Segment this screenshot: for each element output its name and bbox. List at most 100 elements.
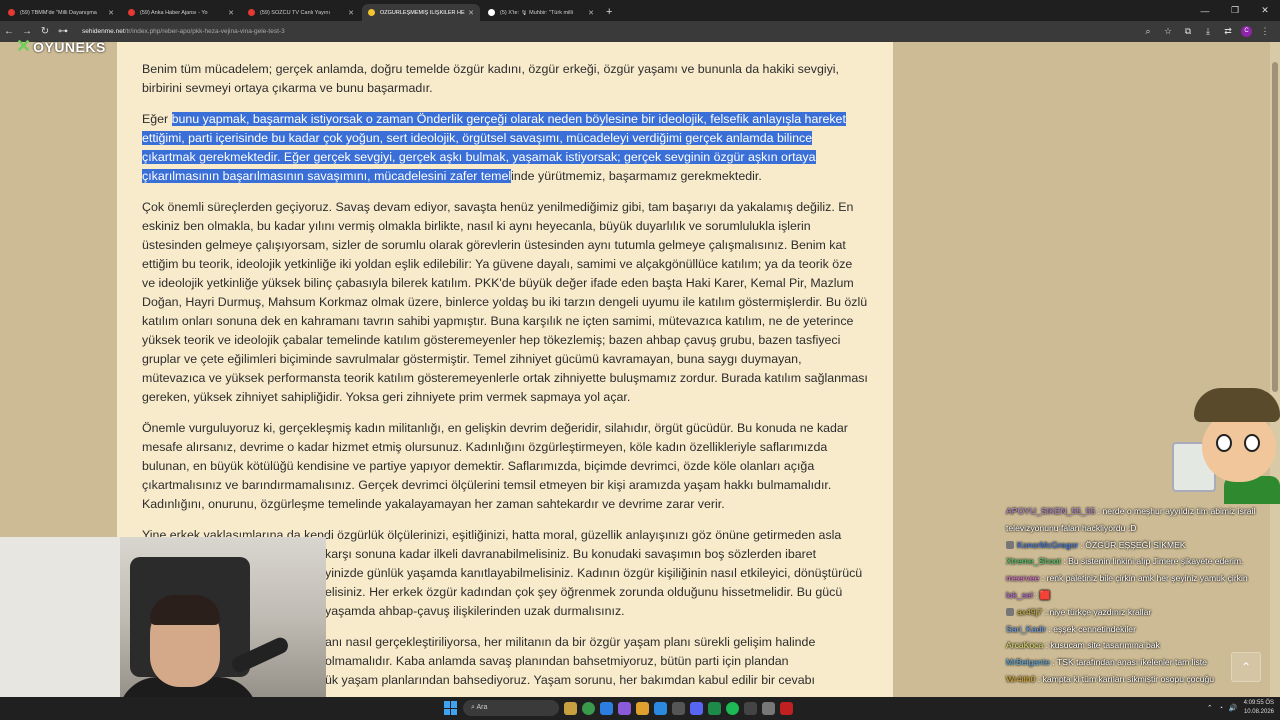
app-icon[interactable] xyxy=(780,701,793,715)
text: Eğer xyxy=(142,112,172,126)
close-icon[interactable]: ✕ xyxy=(228,9,234,17)
chrome-icon[interactable] xyxy=(582,701,595,715)
tab-label: (59) SÖZCÜ TV Canlı Yayını xyxy=(260,9,330,16)
chat-username: MrBelgante xyxy=(1006,657,1050,668)
tab-label: ÖZGÜRLEŞMEMİŞ İLİŞKİLER HE xyxy=(380,9,465,16)
chat-text: : Bu sistenin linkini alıp Jimere şikaye… xyxy=(1063,556,1244,567)
url-host: sehidenme.net xyxy=(82,28,125,35)
tab-label: (59) Anka Haber Ajansı - Yo xyxy=(140,9,208,16)
scroll-to-top-button[interactable]: ⌃ xyxy=(1231,652,1261,682)
file-explorer-icon[interactable] xyxy=(564,701,577,715)
close-icon[interactable]: ✕ xyxy=(108,9,114,17)
close-icon[interactable]: ✕ xyxy=(588,9,594,17)
spotify-icon[interactable] xyxy=(726,701,739,715)
mascot-graphic xyxy=(1172,388,1280,504)
paragraph: Çok önemli süreçlerden geçiyoruz. Savaş … xyxy=(142,200,868,404)
chat-message: lok_sel : 🟥 xyxy=(1006,587,1276,604)
mascot-eye xyxy=(1216,434,1232,452)
chevron-up-icon[interactable]: ⌃ xyxy=(1207,704,1213,712)
bookmark-star-icon[interactable]: ☆ xyxy=(1161,26,1175,37)
chat-username: lok_sel xyxy=(1006,589,1033,600)
webcam-wall xyxy=(0,537,120,720)
youtube-icon xyxy=(8,9,15,16)
chat-text: : TSK tarafından anası ikelenler tam lis… xyxy=(1052,657,1207,668)
chat-message: Sari_Kadir : eşşek cennetindekiler xyxy=(1006,621,1276,638)
taskbar-search-label: Ara xyxy=(476,704,488,711)
chat-text: : ÖZGÜR EŞŞEĞİ SİKMEK xyxy=(1080,539,1186,550)
tab-active-article[interactable]: ÖZGÜRLEŞMEMİŞ İLİŞKİLER HE ✕ xyxy=(362,4,480,21)
tab-label: (5) X'te: 🎙 Muhbir: "Türk milli xyxy=(500,9,573,16)
volume-icon[interactable]: 🔊 xyxy=(1229,704,1238,712)
app-icon[interactable] xyxy=(762,701,775,715)
chat-message: KonorMcGregor : ÖZGÜR EŞŞEĞİ SİKMEK xyxy=(1006,537,1276,554)
maximize-icon[interactable]: ❐ xyxy=(1220,5,1250,16)
mascot-eye xyxy=(1244,434,1260,452)
windows-start-icon[interactable] xyxy=(444,701,458,715)
site-icon xyxy=(368,9,375,16)
chat-username: Xtreme_Shoot xyxy=(1006,556,1061,567)
folder-icon[interactable] xyxy=(636,701,649,715)
paragraph: Benim tüm mücadelem; gerçek anlamda, doğ… xyxy=(142,62,839,95)
chat-text: : kusucam site tasarımına bak xyxy=(1045,640,1160,651)
webcam-person-hair xyxy=(150,595,220,625)
url-path: /tr/index.php/reber-apo/pkk-heza-vejina-… xyxy=(124,28,285,35)
webcam-overlay xyxy=(0,537,326,720)
chat-message: Xtreme_Shoot : Bu sistenin linkini alıp … xyxy=(1006,553,1276,570)
minimize-icon[interactable]: — xyxy=(1190,6,1220,16)
url-field[interactable]: sehidenme.net/tr/index.php/reber-apo/pkk… xyxy=(82,28,1141,35)
obs-icon[interactable] xyxy=(744,701,757,715)
window-controls: — ❐ ✕ xyxy=(1190,0,1280,21)
new-tab-button[interactable]: + xyxy=(606,4,612,21)
chat-username: APOYU_SIKEN_55_55 xyxy=(1006,506,1096,516)
stream-logo: ✕ OYUNEKS xyxy=(16,36,106,57)
menu-icon[interactable]: ⋮ xyxy=(1258,26,1272,37)
chat-text: : eşşek cennetindekiler xyxy=(1048,623,1136,634)
translate-icon[interactable]: ⇄ xyxy=(1221,26,1235,37)
chat-message: meervee : renk paletiniz bile çirkin amk… xyxy=(1006,570,1276,587)
extensions-icon[interactable]: ⧉ xyxy=(1181,26,1195,37)
tab-tbmm[interactable]: (59) TBMM'de "Milli Dayanışma ✕ xyxy=(2,4,120,21)
close-icon[interactable]: ✕ xyxy=(348,9,354,17)
chat-message: APOYU_SIKEN_55_55 : nerde o meşhur ayyıl… xyxy=(1006,503,1276,537)
tab-bar: (59) TBMM'de "Milli Dayanışma ✕ (59) Ank… xyxy=(0,0,1280,21)
taskbar-search[interactable]: ⌕ Ara xyxy=(463,700,559,716)
chat-username: Wr4ith0 xyxy=(1006,673,1036,684)
date: 10.08.2026 xyxy=(1243,709,1274,715)
zoom-icon[interactable]: ⌕ xyxy=(1141,26,1155,37)
close-icon[interactable]: ✕ xyxy=(468,9,474,17)
chat-username: ArcaKoca xyxy=(1006,640,1044,651)
scrollbar-thumb[interactable] xyxy=(1272,62,1278,392)
chat-username: ax49j7 xyxy=(1017,606,1043,617)
tab-x[interactable]: (5) X'te: 🎙 Muhbir: "Türk milli ✕ xyxy=(482,4,600,21)
app-icon[interactable] xyxy=(618,701,631,715)
profile-avatar-icon[interactable]: C xyxy=(1241,26,1252,37)
youtube-icon xyxy=(248,9,255,16)
x-icon xyxy=(488,9,495,16)
edge-icon[interactable] xyxy=(654,701,667,715)
badge-icon xyxy=(1006,540,1014,549)
close-window-icon[interactable]: ✕ xyxy=(1250,5,1280,16)
chat-text: : renk paletiniz bile çirkin amk her şey… xyxy=(1041,573,1248,584)
chat-message: ax49j7 : niye türkçe yazdınız krallar xyxy=(1006,604,1276,621)
clock[interactable]: 4:09:55 ÖS 10.08.2026 xyxy=(1244,699,1274,717)
logo-x-icon: ✕ xyxy=(16,36,32,56)
app-icon[interactable] xyxy=(672,701,685,715)
taskbar-apps: ⌕ Ara xyxy=(444,700,793,716)
time: 4:09:55 ÖS xyxy=(1243,700,1274,706)
tab-anka[interactable]: (59) Anka Haber Ajansı - Yo ✕ xyxy=(122,4,240,21)
chat-username: meervee xyxy=(1006,573,1040,584)
settings-icon[interactable] xyxy=(600,701,613,715)
toolbar: ⌕ ☆ ⧉ ⤓ ⇄ C ⋮ xyxy=(1141,26,1272,37)
xbox-icon[interactable] xyxy=(708,701,721,715)
mascot-hat xyxy=(1194,388,1280,422)
network-icon[interactable]: ◔ xyxy=(1219,705,1223,712)
windows-taskbar: ⌕ Ara ⌃ ◔ 🔊 4:09:55 ÖS 10.08.2026 xyxy=(0,697,1280,720)
address-bar: ← → ↻ ⊶ sehidenme.net/tr/index.php/reber… xyxy=(0,21,1280,42)
chat-username: KonorMcGregor xyxy=(1017,539,1079,550)
chat-username: Sari_Kadir xyxy=(1006,623,1047,634)
download-icon[interactable]: ⤓ xyxy=(1201,26,1215,37)
chat-text: : 🟥 xyxy=(1035,589,1051,600)
tab-sozcu[interactable]: (59) SÖZCÜ TV Canlı Yayını ✕ xyxy=(242,4,360,21)
discord-icon[interactable] xyxy=(690,701,703,715)
mascot-face xyxy=(1202,412,1276,482)
